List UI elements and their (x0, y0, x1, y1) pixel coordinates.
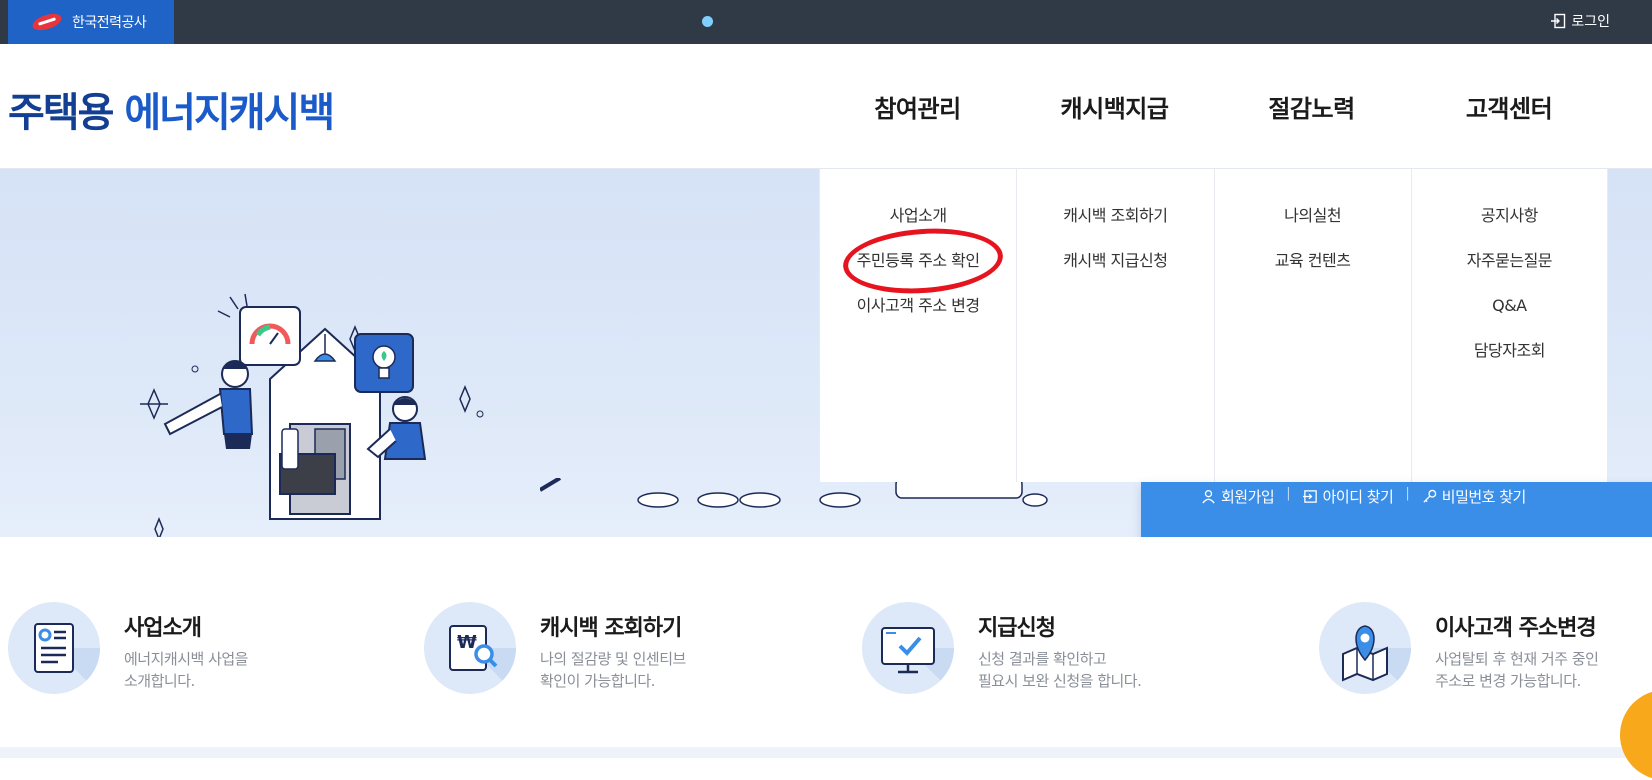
menu-item-cashback-inquiry[interactable]: 캐시백 조회하기 (1063, 205, 1168, 250)
service-cashback-inquiry[interactable]: ₩ 캐시백 조회하기 나의 절감량 및 인센티브 확인이 가능합니다. (424, 602, 740, 694)
indicator-dot (702, 16, 713, 27)
kepco-logo-icon (32, 13, 62, 31)
signup-label: 회원가입 (1221, 488, 1275, 506)
find-password-label: 비밀번호 찾기 (1441, 488, 1527, 506)
service-title: 지급신청 (978, 616, 1056, 641)
find-id-link[interactable]: 아이디 찾기 (1302, 486, 1394, 507)
nav-saving-effort[interactable]: 절감노력 (1213, 44, 1410, 169)
menu-item-my-practice[interactable]: 나의실천 (1284, 205, 1341, 250)
service-title: 이사고객 주소변경 (1435, 616, 1597, 641)
menu-item-resident-address-check[interactable]: 주민등록 주소 확인 (857, 250, 980, 295)
service-desc-line2: 확인이 가능합니다. (540, 672, 655, 690)
nav-customer-center[interactable]: 고객센터 (1410, 44, 1608, 169)
find-id-label: 아이디 찾기 (1322, 488, 1394, 506)
login-box-icon (1302, 490, 1317, 503)
menu-item-qna[interactable]: Q&A (1492, 295, 1527, 340)
site-title-part2: 에너지캐시백 (124, 90, 335, 136)
kepco-name: 한국전력공사 (72, 15, 147, 31)
separator: | (1405, 486, 1410, 501)
nav-participation[interactable]: 참여관리 (819, 44, 1016, 169)
menu-item-education-content[interactable]: 교육 컨텐츠 (1275, 250, 1351, 295)
service-desc-line2: 소개합니다. (124, 672, 195, 690)
service-desc-line1: 사업탈퇴 후 현재 거주 중인 (1435, 650, 1599, 668)
menu-item-moving-address-change[interactable]: 이사고객 주소 변경 (857, 295, 980, 340)
footer-band (0, 747, 1652, 758)
service-payment-apply[interactable]: 지급신청 신청 결과를 확인하고 필요시 보완 신청을 합니다. (862, 602, 1208, 694)
service-desc-line1: 신청 결과를 확인하고 (978, 650, 1107, 668)
site-title-part1: 주택용 (8, 90, 114, 136)
menu-item-contact-lookup[interactable]: 담당자조회 (1474, 340, 1546, 385)
key-icon (1423, 489, 1437, 503)
document-icon (8, 602, 100, 694)
menu-column-customer: 공지사항 자주묻는질문 Q&A 담당자조회 (1410, 169, 1608, 482)
service-desc-line1: 나의 절감량 및 인센티브 (540, 650, 686, 668)
separator: | (1286, 486, 1291, 501)
menu-column-saving: 나의실천 교육 컨텐츠 (1213, 169, 1411, 482)
service-desc-line2: 주소로 변경 가능합니다. (1435, 672, 1581, 690)
site-header: 주택용 에너지캐시백 참여관리 캐시백지급 절감노력 고객센터 (0, 44, 1652, 169)
svg-text:₩: ₩ (457, 632, 477, 653)
kepco-link[interactable]: 한국전력공사 (8, 0, 174, 44)
site-logo[interactable]: 주택용 에너지캐시백 (8, 80, 335, 138)
menu-item-cashback-apply[interactable]: 캐시백 지급신청 (1063, 250, 1168, 295)
monitor-check-icon (862, 602, 954, 694)
mega-menu-dropdown: 사업소개 주민등록 주소 확인 이사고객 주소 변경 캐시백 조회하기 캐시백 … (819, 169, 1608, 482)
nav-cashback-payment[interactable]: 캐시백지급 (1016, 44, 1213, 169)
energy-house-illustration (140, 293, 484, 539)
menu-item-business-intro[interactable]: 사업소개 (890, 205, 947, 250)
menu-column-participation: 사업소개 주민등록 주소 확인 이사고객 주소 변경 (819, 169, 1016, 482)
quick-services: 사업소개 에너지캐시백 사업을 소개합니다. ₩ 캐시백 조회하기 나의 절감량… (0, 537, 1652, 747)
signup-link[interactable]: 회원가입 (1201, 486, 1275, 507)
service-business-intro[interactable]: 사업소개 에너지캐시백 사업을 소개합니다. (8, 602, 324, 694)
menu-column-cashback: 캐시백 조회하기 캐시백 지급신청 (1016, 169, 1213, 482)
service-title: 캐시백 조회하기 (540, 616, 682, 641)
login-link[interactable]: 로그인 (1550, 11, 1610, 31)
user-icon (1202, 490, 1215, 504)
login-label: 로그인 (1571, 14, 1610, 30)
menu-item-notice[interactable]: 공지사항 (1481, 205, 1538, 250)
menu-item-faq[interactable]: 자주묻는질문 (1467, 250, 1553, 295)
won-search-icon: ₩ (424, 602, 516, 694)
service-title: 사업소개 (124, 616, 202, 641)
hero-feet-illustration (540, 478, 1048, 508)
login-icon (1551, 13, 1566, 29)
find-password-link[interactable]: 비밀번호 찾기 (1422, 486, 1526, 507)
service-moving-address[interactable]: 이사고객 주소변경 사업탈퇴 후 현재 거주 중인 주소로 변경 가능합니다. (1319, 602, 1635, 694)
top-utility-bar: 한국전력공사 로그인 (0, 0, 1652, 44)
service-desc-line2: 필요시 보완 신청을 합니다. (978, 672, 1142, 690)
map-pin-icon (1319, 602, 1411, 694)
service-desc-line1: 에너지캐시백 사업을 (124, 650, 248, 668)
